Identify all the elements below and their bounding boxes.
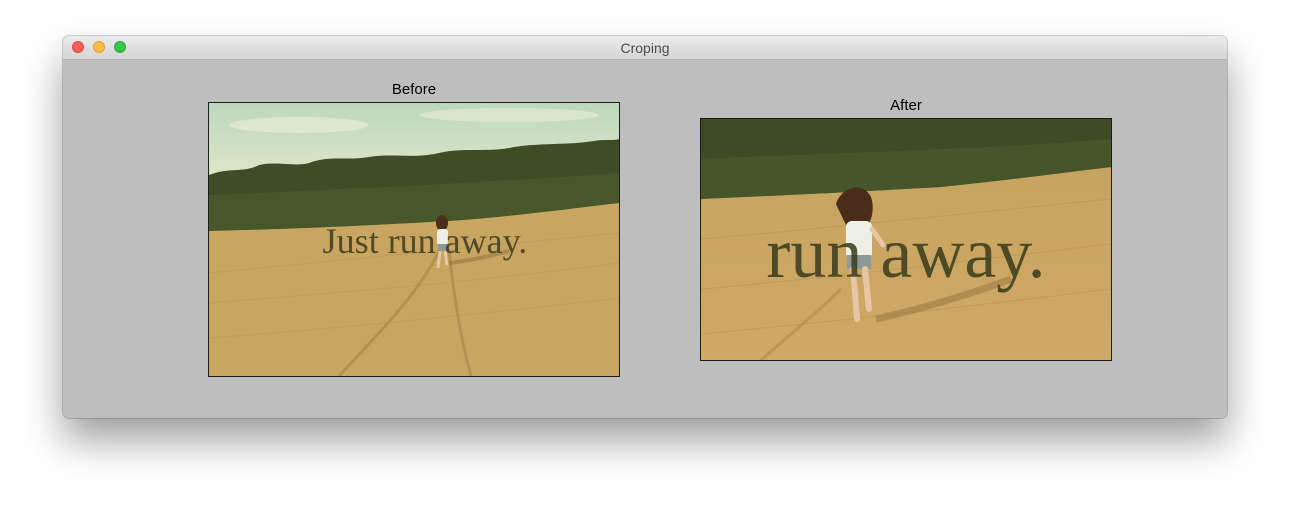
before-label: Before bbox=[391, 81, 437, 98]
after-label: After bbox=[890, 97, 922, 114]
window-title: Croping bbox=[620, 40, 670, 56]
content-area: Before Just run away. After run away. bbox=[63, 60, 1227, 418]
after-overlay-text: run away. bbox=[766, 213, 1045, 293]
before-overlay-text: Just run away. bbox=[323, 221, 528, 261]
after-image-graphic: run away. bbox=[701, 119, 1111, 360]
app-window: Croping Before Just run away. After run … bbox=[63, 36, 1227, 418]
after-image: run away. bbox=[700, 118, 1112, 361]
title-bar[interactable]: Croping bbox=[63, 36, 1227, 60]
before-image-graphic: Just run away. bbox=[209, 103, 619, 376]
before-image: Just run away. bbox=[208, 102, 620, 377]
